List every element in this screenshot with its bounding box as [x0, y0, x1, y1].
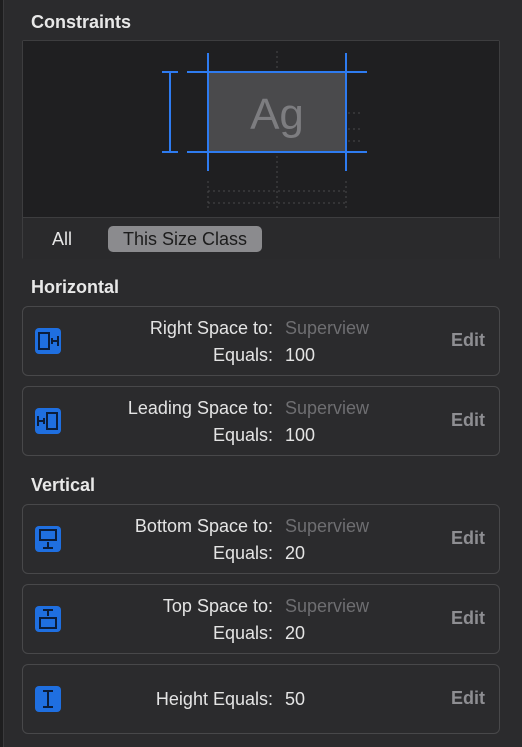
- constraint-label: Top Space to:: [162, 596, 273, 616]
- constraint-value[interactable]: 50: [285, 689, 305, 710]
- top-space-icon: [35, 606, 61, 632]
- edit-button[interactable]: Edit: [451, 608, 485, 629]
- constraint-label: Height Equals:: [155, 689, 273, 709]
- constraint-label: Leading Space to:: [127, 398, 273, 418]
- preview-diagram: Ag: [162, 51, 367, 211]
- constraints-title: Constraints: [31, 12, 132, 32]
- constraint-leading-space[interactable]: Leading Space to: Superview Equals: 100 …: [22, 386, 500, 456]
- constraint-label: Right Space to:: [149, 318, 273, 338]
- constraint-right-space[interactable]: Right Space to: Superview Equals: 100 Ed…: [22, 306, 500, 376]
- tab-all[interactable]: All: [52, 226, 72, 252]
- preview-canvas: Ag: [23, 41, 499, 217]
- constraint-value[interactable]: 20: [285, 543, 305, 564]
- equals-label: Equals:: [212, 345, 273, 365]
- leading-space-icon: [35, 408, 61, 434]
- constraint-target[interactable]: Superview: [285, 318, 369, 339]
- edit-button[interactable]: Edit: [451, 330, 485, 351]
- constraint-bottom-space[interactable]: Bottom Space to: Superview Equals: 20 Ed…: [22, 504, 500, 574]
- equals-label: Equals:: [212, 623, 273, 643]
- constraint-value[interactable]: 20: [285, 623, 305, 644]
- constraint-value[interactable]: 100: [285, 425, 315, 446]
- equals-label: Equals:: [212, 543, 273, 563]
- constraint-target[interactable]: Superview: [285, 596, 369, 617]
- constraints-preview: Ag All This Size Class: [22, 40, 500, 259]
- right-space-icon: [35, 328, 61, 354]
- horizontal-title: Horizontal: [31, 277, 119, 297]
- constraint-label: Bottom Space to:: [134, 516, 273, 536]
- constraint-target[interactable]: Superview: [285, 516, 369, 537]
- tab-this-size-class[interactable]: This Size Class: [108, 226, 263, 252]
- height-icon: [35, 686, 61, 712]
- constraint-target[interactable]: Superview: [285, 398, 369, 419]
- edit-button[interactable]: Edit: [451, 688, 485, 709]
- constraint-height[interactable]: Height Equals: 50 Edit: [22, 664, 500, 734]
- panel-left-edge: [0, 0, 4, 747]
- vertical-title: Vertical: [31, 475, 96, 495]
- constraint-top-space[interactable]: Top Space to: Superview Equals: 20 Edit: [22, 584, 500, 654]
- size-class-tabs: All This Size Class: [23, 217, 499, 259]
- edit-button[interactable]: Edit: [451, 410, 485, 431]
- equals-label: Equals:: [212, 425, 273, 445]
- preview-sample-text: Ag: [250, 90, 304, 139]
- bottom-space-icon: [35, 526, 61, 552]
- constraint-value[interactable]: 100: [285, 345, 315, 366]
- edit-button[interactable]: Edit: [451, 528, 485, 549]
